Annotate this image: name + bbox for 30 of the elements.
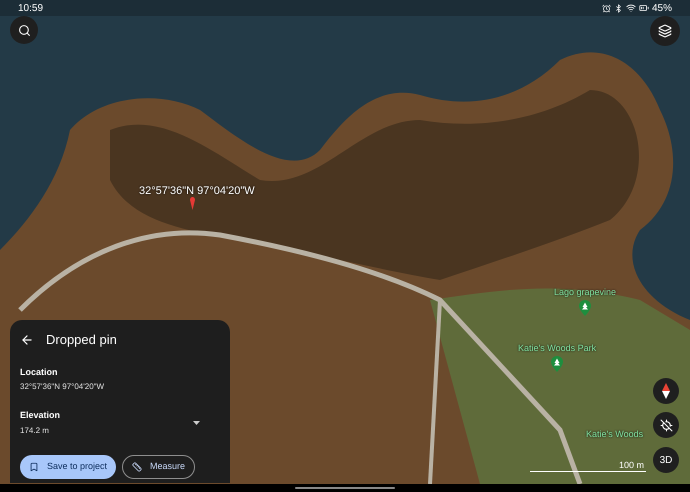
save-button[interactable]: Save to project bbox=[20, 454, 116, 478]
battery-percent: 45% bbox=[652, 2, 672, 16]
back-arrow-icon bbox=[20, 332, 34, 347]
compass-icon bbox=[662, 383, 670, 399]
pin-coordinates-label: 32°57'36"N 97°04'20"W bbox=[139, 184, 255, 199]
place-label: Lago grapevine bbox=[554, 286, 616, 299]
battery-icon bbox=[638, 3, 649, 13]
tree-pin-icon bbox=[579, 300, 592, 316]
bluetooth-icon bbox=[614, 4, 623, 12]
place-label: Katie's Woods bbox=[586, 428, 644, 441]
dropdown-caret-icon[interactable] bbox=[193, 420, 200, 425]
field-label: Elevation bbox=[20, 409, 60, 422]
search-icon bbox=[18, 24, 30, 36]
scale-label: 100 m bbox=[618, 461, 644, 470]
gesture-handle[interactable] bbox=[295, 487, 395, 489]
panel-title: Dropped pin bbox=[46, 331, 117, 349]
tree-pin-icon bbox=[551, 356, 564, 372]
layers-icon bbox=[658, 24, 672, 38]
field-label: Location bbox=[20, 366, 58, 378]
alarm-icon bbox=[602, 4, 611, 12]
ruler-icon bbox=[132, 462, 142, 472]
field-value: 174.2 m bbox=[20, 424, 50, 436]
measure-button[interactable]: Measure bbox=[122, 454, 196, 478]
wifi-icon bbox=[626, 3, 636, 13]
status-time: 10:59 bbox=[18, 2, 44, 16]
field-value: 32°57'36"N 97°04'20"W bbox=[20, 381, 104, 393]
place-label: Katie's Woods Park bbox=[518, 342, 596, 355]
back-button[interactable] bbox=[20, 332, 34, 347]
crossed-target-icon bbox=[660, 418, 672, 432]
bookmark-icon bbox=[29, 462, 39, 472]
